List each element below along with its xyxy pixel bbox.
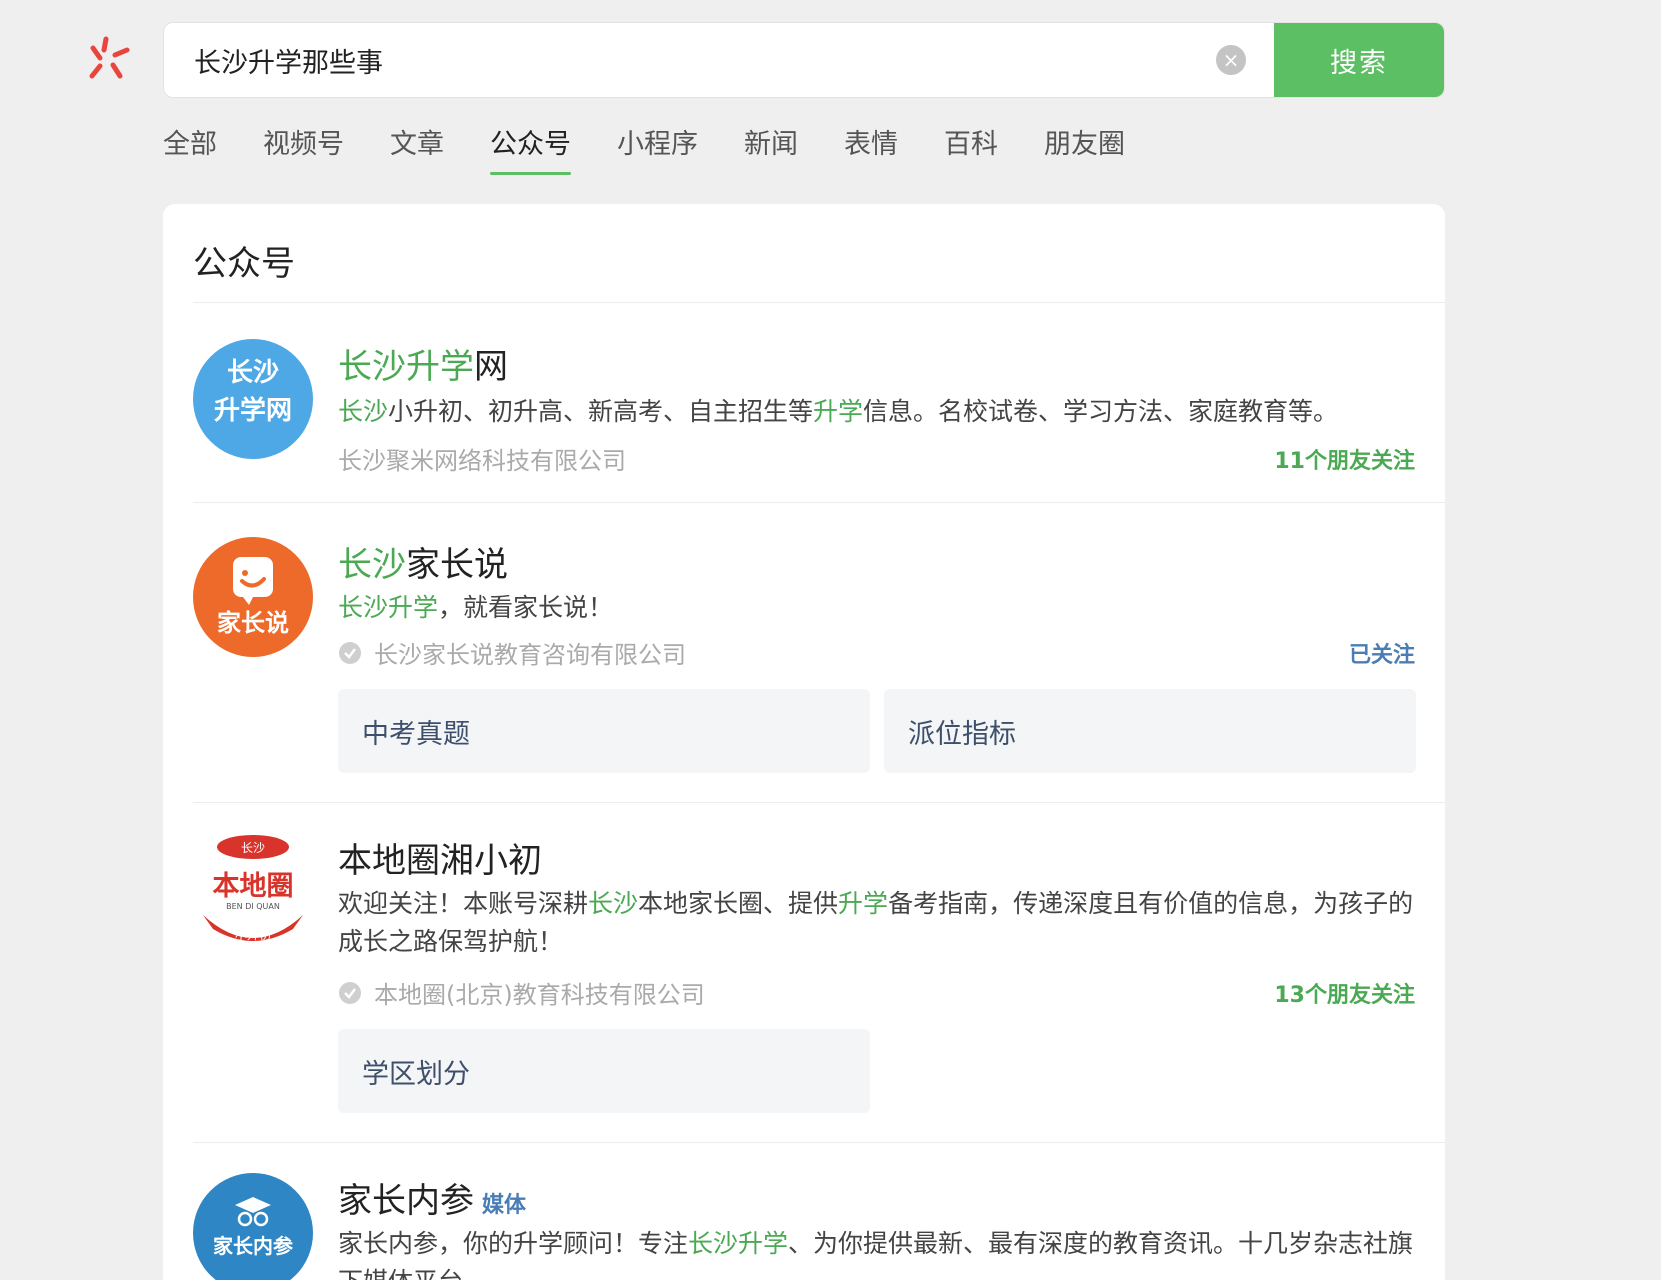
account-avatar: 长沙 本地圈 BEN DI QUAN 小升初 [203,835,303,942]
account-name[interactable]: 长沙家长说 [338,537,508,586]
page: × 搜索 全部 视频号 文章 公众号 小程序 新闻 表情 百科 朋友圈 公众号 … [0,0,1661,1280]
avatar-text: 长沙 [241,841,265,855]
account-name[interactable]: 长沙升学网 [338,339,508,388]
clear-icon[interactable]: × [1216,45,1246,75]
list-item[interactable]: 长沙 本地圈 BEN DI QUAN 小升初 本地圈湘小初 欢迎关注！本账号深耕… [193,802,1445,1142]
verified-icon [339,641,361,664]
tab-channels[interactable]: 视频号 [263,122,344,175]
tab-stickers[interactable]: 表情 [844,122,898,175]
results-card: 公众号 长沙 升学网 长沙升学网 长沙小升初、初升高、新高考、自主招生等升学信息… [163,204,1445,1280]
account-desc: 欢迎关注！本账号深耕长沙本地家长圈、提供升学备考指南，传递深度且有价值的信息，为… [338,889,1414,956]
avatar-text: 小升初 [235,928,271,942]
tab-mini-programs[interactable]: 小程序 [617,122,698,175]
account-avatar: 家长内参 [193,1173,313,1280]
company-row: 长沙家长说教育咨询有限公司 [338,635,686,670]
account-avatar: 长沙 升学网 [193,339,313,459]
tab-official-accounts[interactable]: 公众号 [490,122,571,175]
verified-icon [339,981,361,1004]
account-name[interactable]: 本地圈湘小初 [338,833,542,882]
company-name: 本地圈(北京)教育科技有限公司 [374,981,705,1009]
avatar-text: 长沙 [227,358,279,388]
avatar-text: 家长内参 [213,1234,293,1258]
media-badge: 媒体 [482,1192,527,1218]
tab-encyclopedia[interactable]: 百科 [944,122,998,175]
account-desc: 家长内参，你的升学顾问！专注长沙升学、为你提供最新、最有深度的教育资讯。十几岁杂… [338,1229,1414,1280]
list-item[interactable]: 长沙 升学网 长沙升学网 长沙小升初、初升高、新高考、自主招生等升学信息。名校试… [193,302,1445,502]
company-name: 长沙家长说教育咨询有限公司 [374,641,686,669]
search-button[interactable]: 搜索 [1274,23,1444,97]
tab-moments[interactable]: 朋友圈 [1044,122,1125,175]
account-desc: 长沙升学，就看家长说！ [338,593,614,622]
tab-all[interactable]: 全部 [163,122,217,175]
followed-status[interactable]: 已关注 [1349,637,1415,669]
account-avatar: 家长说 [193,537,313,657]
avatar-text: BEN DI QUAN [226,902,280,911]
menu-button[interactable]: 中考真题 [338,689,870,773]
avatar-text: 本地圈 [213,871,294,902]
account-desc: 长沙小升初、初升高、新高考、自主招生等升学信息。名校试卷、学习方法、家庭教育等。 [338,397,1339,426]
avatar-text: 家长说 [217,609,289,637]
menu-button[interactable]: 学区划分 [338,1029,870,1113]
company-name: 长沙聚米网络科技有限公司 [338,447,626,475]
account-name[interactable]: 家长内参 媒体 [338,1173,526,1222]
search-logo-icon[interactable] [84,34,132,82]
search-bar: × 搜索 [163,22,1445,98]
section-title: 公众号 [193,244,295,284]
company-row: 本地圈(北京)教育科技有限公司 [338,975,705,1010]
name-rest: 网 [474,347,508,387]
tab-articles[interactable]: 文章 [390,122,444,175]
list-item[interactable]: 家长内参 家长内参 媒体 家长内参，你的升学顾问！专注长沙升学、为你提供最新、最有… [193,1142,1445,1280]
name-highlight: 长沙升学 [338,347,474,387]
menu-button[interactable]: 派位指标 [884,689,1416,773]
avatar-text: 升学网 [214,395,292,426]
friends-follow-count: 11个朋友关注 [1274,449,1415,474]
tab-news[interactable]: 新闻 [744,122,798,175]
list-item[interactable]: 家长说 长沙家长说 长沙升学，就看家长说！ 长沙家长说教育咨询有限公司 已关注 … [193,502,1445,792]
search-input[interactable] [164,23,1216,97]
friends-follow-count: 13个朋友关注 [1274,983,1415,1008]
category-tabs: 全部 视频号 文章 公众号 小程序 新闻 表情 百科 朋友圈 [163,122,1171,175]
